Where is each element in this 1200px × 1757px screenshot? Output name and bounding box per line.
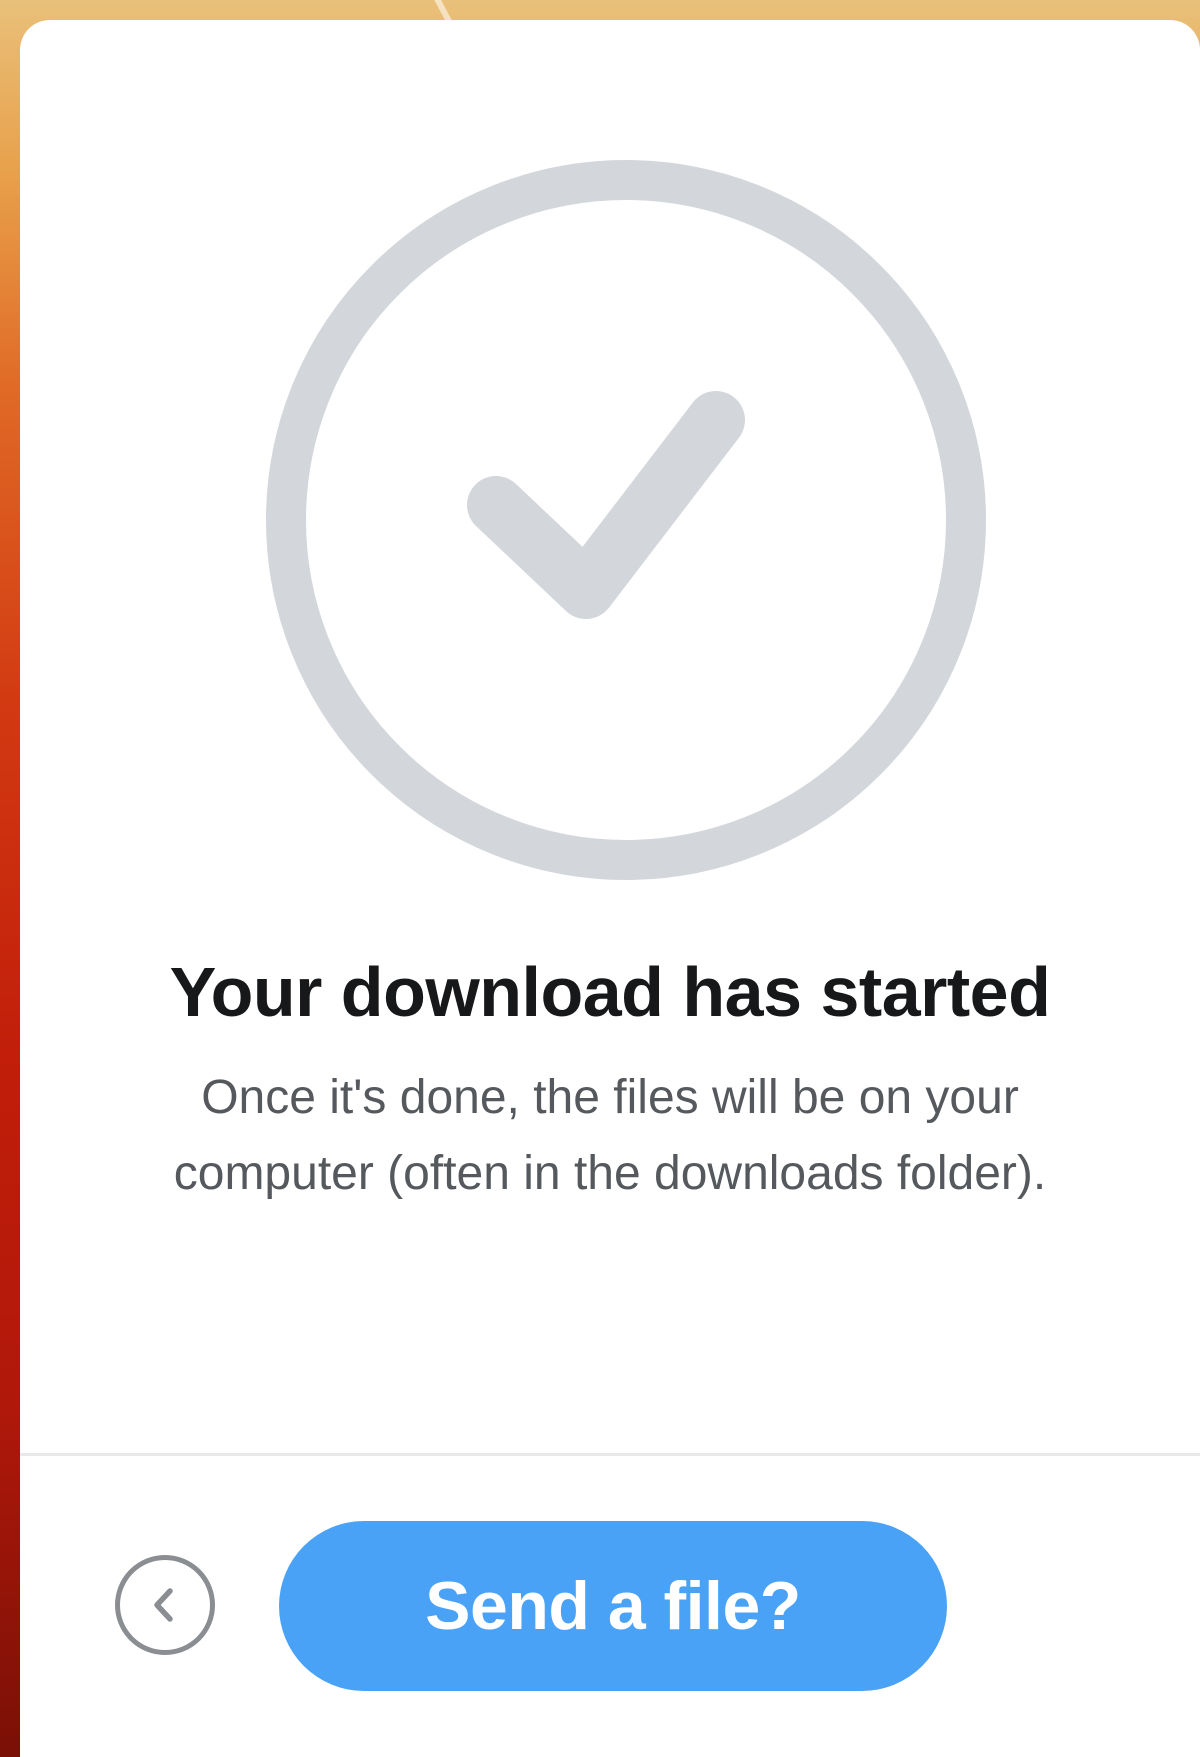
check-circle-icon bbox=[266, 160, 986, 880]
back-button[interactable] bbox=[115, 1555, 215, 1655]
footer-divider bbox=[20, 1453, 1200, 1456]
download-dialog: Your download has started Once it's done… bbox=[20, 20, 1200, 1757]
dialog-message: Once it's done, the files will be on you… bbox=[173, 1071, 1047, 1200]
send-file-button[interactable]: Send a file? bbox=[279, 1521, 947, 1691]
chevron-left-icon bbox=[154, 1588, 173, 1622]
dialog-title: Your download has started bbox=[169, 953, 1051, 1031]
